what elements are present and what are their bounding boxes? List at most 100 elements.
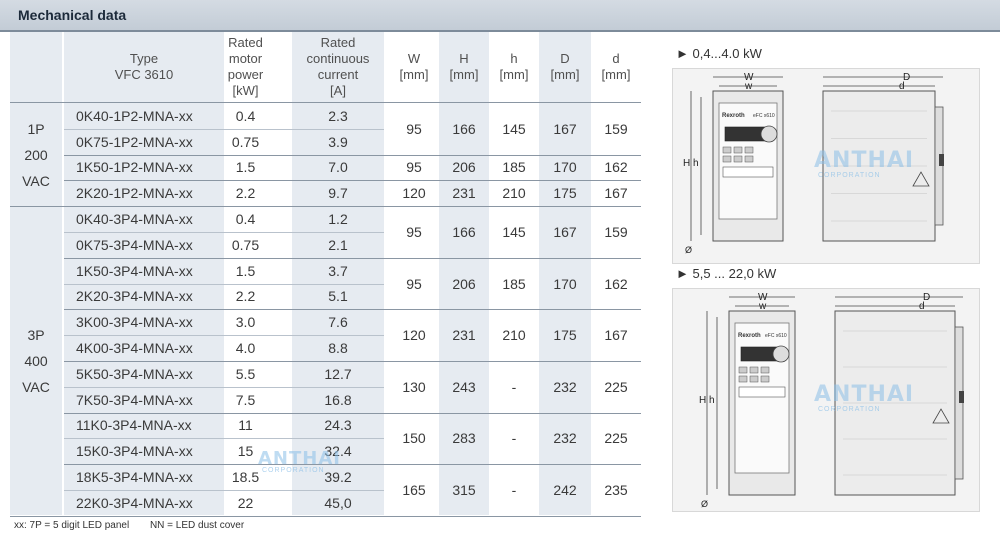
- header-H-line: [mm]: [449, 67, 479, 82]
- row-power: 1.5: [235, 262, 256, 279]
- header-W-line: W: [407, 51, 421, 66]
- dim-W: 120: [402, 185, 426, 202]
- row-current: 2.3: [328, 107, 348, 124]
- header-current-line: current: [317, 67, 359, 82]
- dim-D: 232: [553, 430, 577, 447]
- w-label: w: [744, 81, 753, 92]
- dim-h: 210: [502, 185, 526, 202]
- row-type: 18K5-3P4-MNA-xx: [76, 469, 193, 486]
- row-power: 1.5: [235, 159, 256, 176]
- row-divider: [64, 232, 384, 233]
- header-power-line: Rated: [228, 35, 263, 50]
- header-H-line: H: [459, 51, 469, 66]
- row-type: 15K0-3P4-MNA-xx: [76, 443, 193, 460]
- drawing-heading: ► 5,5 ... 22,0 kW: [676, 266, 777, 281]
- header-W: W [mm]: [389, 32, 439, 102]
- dim-H: 243: [452, 378, 476, 395]
- header-h-small-line: [mm]: [499, 67, 529, 82]
- brand-logo: Rexroth: [722, 113, 745, 119]
- row-power: 7.5: [235, 391, 256, 408]
- keypad-button: [749, 375, 759, 383]
- watermark-logo: ANTHAI: [814, 148, 915, 173]
- control-knob: [772, 345, 790, 363]
- watermark-subtitle: CORPORATION: [818, 172, 881, 179]
- table-watermark-logo: ANTHAI: [258, 448, 341, 469]
- w-label: w: [758, 301, 767, 312]
- row-current: 2.1: [328, 236, 348, 253]
- row-type: 0K75-1P2-MNA-xx: [76, 133, 193, 150]
- header-D-line: [mm]: [550, 67, 580, 82]
- side-knob: [939, 154, 944, 166]
- row-divider: [64, 438, 384, 440]
- dim-H: 206: [452, 275, 476, 292]
- header-D-line: D: [560, 51, 570, 66]
- h-label: h: [693, 158, 699, 169]
- table-bottom-rule: [10, 515, 641, 517]
- header-d-small-line: [mm]: [601, 67, 631, 82]
- header-W-line: [mm]: [399, 67, 429, 82]
- row-type: 7K50-3P4-MNA-xx: [76, 391, 193, 408]
- header-h-small-line: h: [510, 51, 518, 66]
- front-panel: [734, 322, 790, 474]
- dim-W: 120: [402, 327, 426, 344]
- model-label: eFC x610: [753, 113, 775, 119]
- group-label-line: VAC: [22, 378, 50, 395]
- group-label-line: VAC: [22, 172, 50, 189]
- header-current: Rated continuous current [A]: [292, 32, 384, 102]
- row-current: 5.1: [328, 288, 348, 305]
- row-type: 22K0-3P4-MNA-xx: [76, 494, 193, 511]
- header-d-small: d [mm]: [591, 32, 641, 102]
- header-D: D [mm]: [539, 32, 591, 102]
- group-label-line: 400: [24, 352, 48, 369]
- watermark-subtitle: CORPORATION: [818, 406, 881, 413]
- row-current: 9.7: [328, 185, 348, 202]
- row-power: 22: [237, 494, 254, 511]
- control-knob: [760, 125, 778, 143]
- row-current: 24.3: [324, 417, 352, 434]
- row-current: 16.8: [324, 391, 352, 408]
- header-current-line: continuous: [306, 51, 370, 66]
- dim-D: 232: [553, 378, 577, 395]
- dim-d: 225: [604, 430, 628, 447]
- row-current: 12.7: [324, 365, 352, 382]
- row-type: 0K40-3P4-MNA-xx: [76, 211, 193, 228]
- dim-D: 170: [553, 159, 577, 176]
- dim-D: 167: [553, 223, 577, 240]
- dim-D: 175: [553, 185, 577, 202]
- keypad-button: [722, 155, 732, 163]
- warning-label: [738, 386, 786, 398]
- row-divider: [64, 128, 384, 130]
- header-type-line: Type: [129, 51, 159, 66]
- dim-d: 167: [604, 185, 628, 202]
- dim-H: 206: [452, 159, 476, 176]
- header-power-line: [kW]: [232, 83, 259, 98]
- row-divider: [64, 283, 384, 285]
- row-current: 3.7: [328, 262, 348, 279]
- group-label-line: 1P: [27, 120, 45, 137]
- header-type-line: VFC 3610: [114, 67, 174, 82]
- header-power-line: power: [227, 67, 264, 82]
- dim-W: 95: [406, 275, 422, 292]
- dim-d: 159: [604, 223, 628, 240]
- dim-W: 95: [406, 159, 422, 176]
- keypad-button: [738, 375, 748, 383]
- keypad-button: [738, 366, 748, 374]
- led-display: [740, 346, 778, 362]
- dim-d: 159: [604, 120, 628, 137]
- row-type: 2K20-1P2-MNA-xx: [76, 185, 193, 202]
- row-power: 0.75: [231, 133, 260, 150]
- row-power: 5.5: [235, 365, 256, 382]
- section-title-bar: Mechanical data: [0, 0, 1000, 32]
- row-type: 11K0-3P4-MNA-xx: [76, 417, 192, 434]
- footnote: xx: 7P = 5 digit LED panel NN = LED dust…: [14, 520, 262, 531]
- dim-h: 210: [502, 327, 526, 344]
- keypad-button: [733, 146, 743, 154]
- diameter-label: Ø: [701, 499, 708, 509]
- row-divider: [64, 490, 384, 491]
- row-power: 0.4: [235, 211, 256, 228]
- header-current-line: [A]: [330, 83, 346, 98]
- row-type: 5K50-3P4-MNA-xx: [76, 365, 193, 382]
- dim-h: 145: [502, 120, 526, 137]
- header-current-line: Rated: [320, 35, 356, 50]
- dim-h: 145: [502, 223, 526, 240]
